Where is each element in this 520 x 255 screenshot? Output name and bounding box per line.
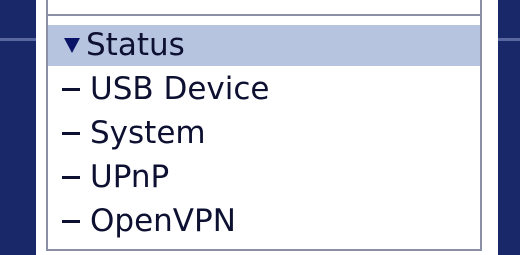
menu-item-system[interactable]: System [48, 111, 480, 155]
left-gap [36, 0, 46, 255]
left-rail-stripe [0, 38, 36, 41]
menu-item-usb-device[interactable]: USB Device [48, 67, 480, 111]
collapse-triangle-icon[interactable] [64, 38, 80, 53]
status-menu: Status USB Device System UPnP OpenVPN [48, 25, 480, 243]
menu-item-openvpn[interactable]: OpenVPN [48, 199, 480, 243]
dash-icon [62, 220, 80, 223]
dash-icon [62, 132, 80, 135]
left-frame-rail [0, 0, 36, 255]
dash-icon [62, 176, 80, 179]
menu-section-label: Status [86, 27, 185, 63]
menu-item-label: OpenVPN [90, 203, 236, 239]
navigation-panel: Status USB Device System UPnP OpenVPN [46, 0, 482, 251]
menu-item-upnp[interactable]: UPnP [48, 155, 480, 199]
dash-icon [62, 88, 80, 91]
menu-item-label: UPnP [90, 159, 170, 195]
menu-item-label: System [90, 115, 206, 151]
panel-top-border [48, 14, 480, 16]
right-rail-stripe [498, 38, 520, 41]
menu-item-label: USB Device [90, 71, 270, 107]
right-frame-rail [498, 0, 520, 255]
menu-section-status[interactable]: Status [48, 25, 480, 66]
right-gap [486, 0, 498, 255]
status-menu-screen: Status USB Device System UPnP OpenVPN [0, 0, 520, 255]
